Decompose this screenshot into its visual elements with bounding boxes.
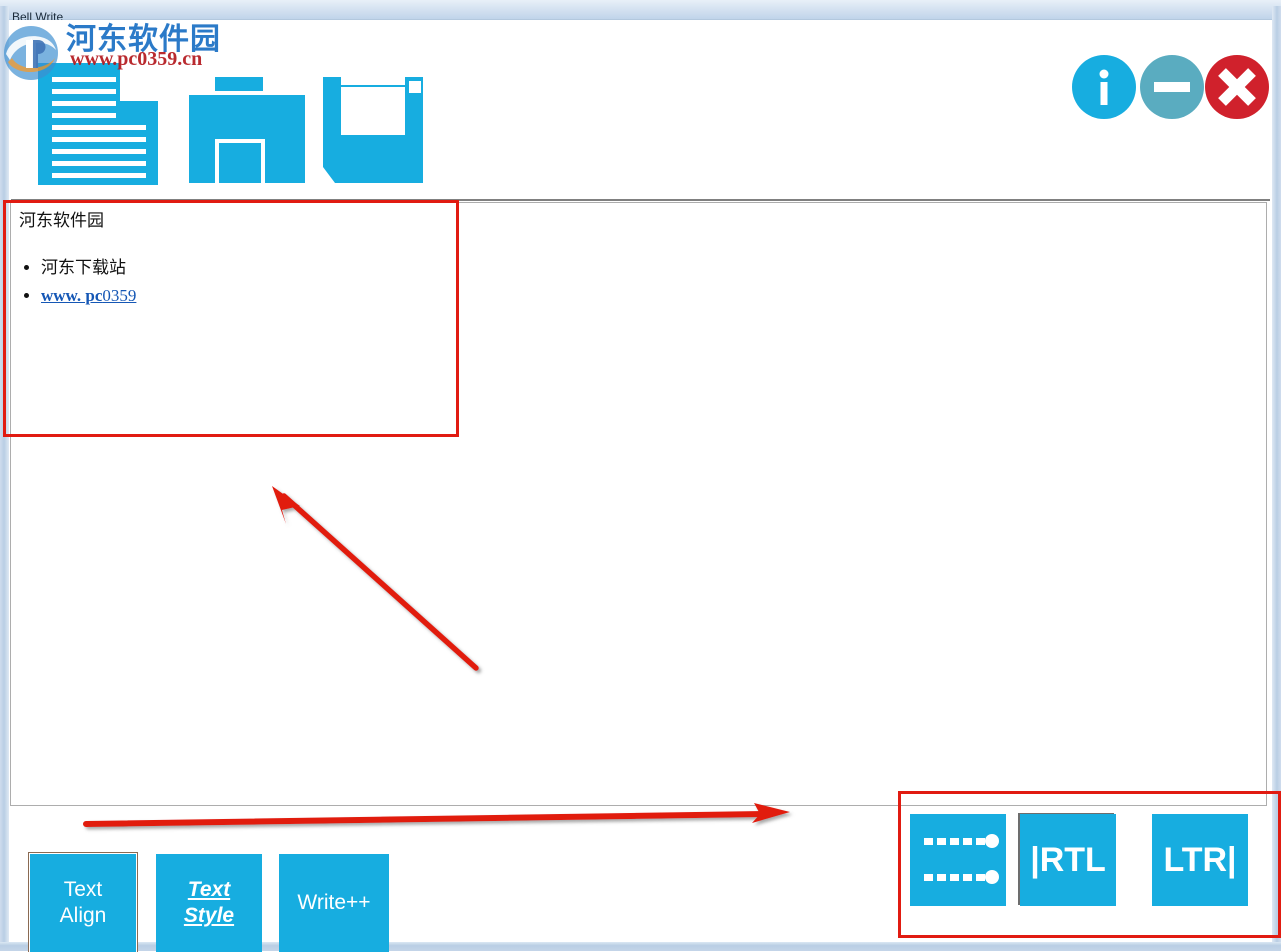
document-bullet-list: 河东下载站 www. pc0359 bbox=[19, 256, 1258, 309]
minimize-button[interactable] bbox=[1140, 55, 1204, 119]
rtl-icon: |RTL bbox=[1030, 840, 1106, 879]
titlebar: Bell Write bbox=[0, 0, 1281, 24]
ltr-button[interactable]: LTR| bbox=[1152, 814, 1248, 906]
rtl-button[interactable]: |RTL bbox=[1020, 814, 1116, 906]
close-circle-icon bbox=[1205, 55, 1269, 119]
new-document-icon bbox=[38, 61, 160, 185]
text-style-button-label: Text Style bbox=[183, 878, 235, 927]
text-align-button[interactable]: Text Align bbox=[30, 854, 136, 952]
save-floppy-icon bbox=[323, 77, 423, 183]
new-document-button[interactable] bbox=[34, 55, 164, 185]
toolbar-separator bbox=[11, 199, 1270, 201]
hyperlink-plain-part: 0359 bbox=[102, 286, 137, 306]
minimize-circle-icon bbox=[1140, 55, 1204, 119]
document-content[interactable]: 河东软件园 河东下载站 www. pc0359 bbox=[11, 203, 1266, 309]
text-style-button[interactable]: Text Style bbox=[156, 854, 262, 952]
window-frame-right bbox=[1272, 6, 1281, 942]
bullet-list-rtl-icon bbox=[924, 834, 999, 884]
app-window: Bell Write 河东软件园 • 河东下载站 • www. pc0359 T… bbox=[0, 0, 1281, 952]
text-editor[interactable]: 河东软件园 河东下载站 www. pc0359 bbox=[10, 202, 1267, 806]
close-button[interactable] bbox=[1205, 55, 1269, 119]
open-folder-icon bbox=[189, 77, 305, 183]
open-folder-button[interactable] bbox=[189, 75, 305, 185]
bullet-list-button[interactable] bbox=[910, 814, 1006, 906]
info-circle-icon bbox=[1072, 55, 1136, 119]
list-item-text: 河东下载站 bbox=[41, 257, 126, 277]
write-plus-plus-button-label: Write++ bbox=[297, 891, 371, 915]
list-item: www. pc0359 bbox=[41, 284, 1258, 309]
client-area: 河东软件园 河东下载站 www. pc0359 Text Align bbox=[9, 20, 1272, 952]
save-button[interactable] bbox=[321, 75, 425, 185]
ltr-icon: LTR| bbox=[1163, 840, 1237, 879]
info-button[interactable] bbox=[1072, 55, 1136, 119]
write-plus-plus-button[interactable]: Write++ bbox=[279, 854, 389, 952]
document-hyperlink[interactable]: www. pc0359 bbox=[41, 286, 136, 305]
document-heading: 河东软件园 bbox=[19, 211, 104, 230]
toolbar bbox=[9, 20, 1272, 199]
bottom-toolbar: Text Align Text Style Write++ |RTL LTR| bbox=[9, 810, 1272, 952]
window-frame-left bbox=[0, 6, 9, 942]
text-align-button-label: Text Align bbox=[59, 878, 107, 927]
hyperlink-bold-part: www. pc bbox=[41, 286, 103, 306]
list-item: 河东下载站 bbox=[41, 256, 1258, 281]
